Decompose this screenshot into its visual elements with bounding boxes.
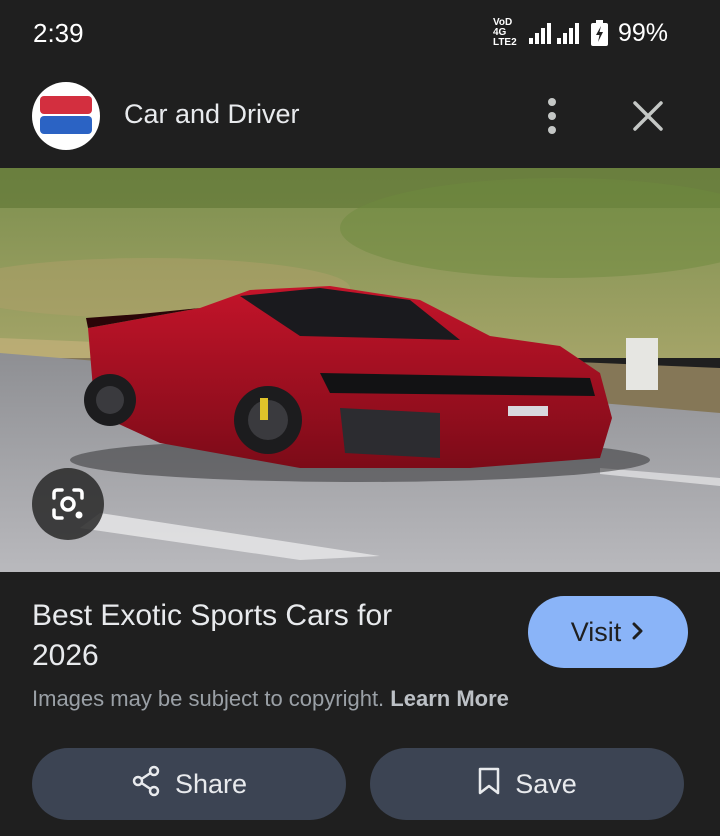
status-time: 2:39: [33, 18, 84, 48]
network-label: VoD 4G LTE2: [493, 18, 523, 48]
share-button[interactable]: Share: [32, 748, 346, 820]
learn-more-link[interactable]: Learn More: [390, 686, 509, 711]
more-options-icon[interactable]: [532, 92, 572, 140]
result-title: Best Exotic Sports Cars for 2026: [32, 599, 393, 672]
visit-button[interactable]: Visit: [528, 596, 688, 668]
copyright-text: Images may be subject to copyright.: [32, 686, 385, 711]
site-name: Car and Driver: [124, 99, 300, 129]
network-label-bottom: LTE2: [492, 37, 517, 48]
status-bar: 2:39 VoD 4G LTE2 99%: [0, 0, 720, 66]
battery-percent: 99%: [617, 18, 668, 47]
status-icons: VoD 4G LTE2 99%: [493, 18, 668, 48]
signal-icon: [528, 22, 551, 44]
site-logo: [32, 82, 100, 150]
signal-icon-2: [556, 22, 579, 44]
share-label: Share: [174, 768, 248, 799]
battery-icon: [590, 20, 608, 46]
lens-icon[interactable]: [32, 468, 104, 540]
result-image[interactable]: [0, 168, 720, 572]
share-icon: [131, 765, 161, 804]
header: Car and Driver: [0, 66, 720, 168]
chevron-right-icon: [631, 617, 645, 648]
visit-label: Visit: [570, 616, 622, 647]
copyright-notice: Images may be subject to copyright. Lear…: [32, 686, 509, 712]
save-button[interactable]: Save: [370, 748, 684, 820]
network-label-top: VoD 4G: [492, 17, 513, 38]
close-icon[interactable]: [626, 94, 670, 138]
save-label: Save: [515, 768, 577, 799]
bookmark-icon: [477, 766, 501, 803]
